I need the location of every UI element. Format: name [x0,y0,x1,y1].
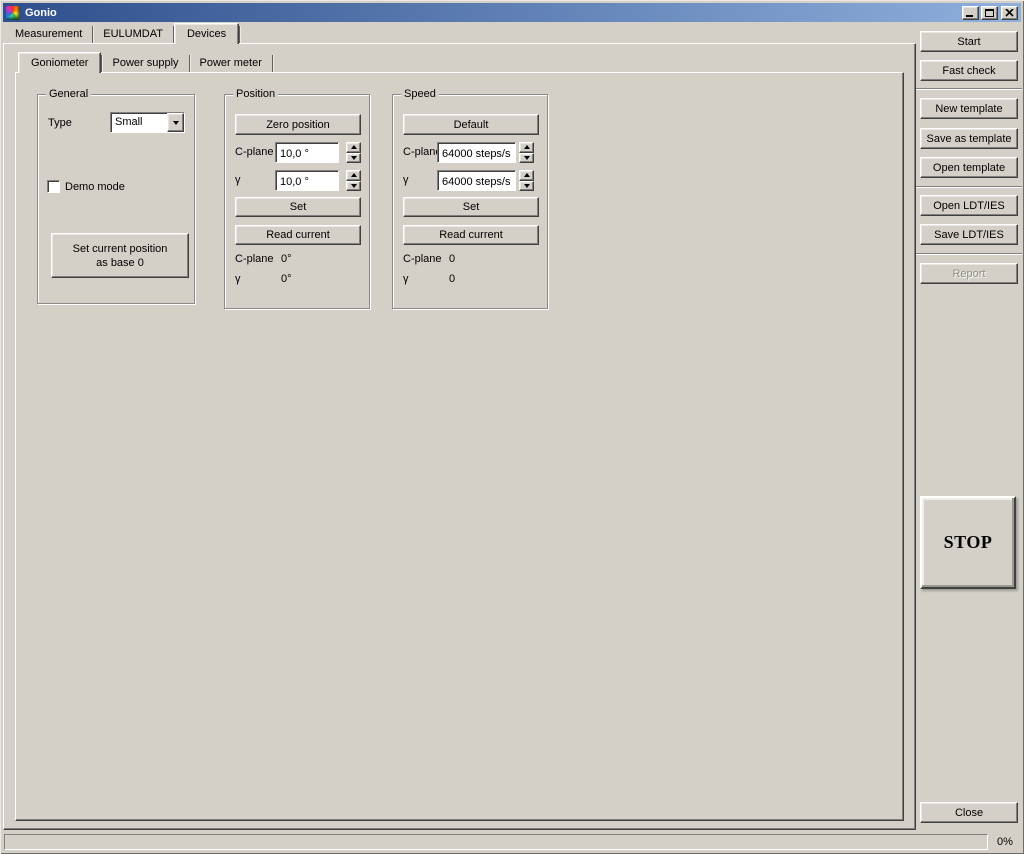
type-combobox-value: Small [111,113,167,132]
spin-up-button[interactable] [519,142,534,153]
device-tabstrip: Goniometer Power supply Power meter [18,52,273,72]
tab-divider [239,26,240,43]
current-gamma-label: γ [235,273,241,285]
current-cplane-label: C-plane [403,253,442,265]
position-legend: Position [233,88,278,101]
tab-power-supply[interactable]: Power supply [102,55,188,72]
new-template-button[interactable]: New template [920,98,1018,119]
down-arrow-icon [524,184,530,188]
up-arrow-icon [524,145,530,149]
main-tabstrip: Measurement EULUMDAT Devices [5,23,240,43]
set-base-button[interactable]: Set current position as base 0 [51,233,189,278]
speed-legend: Speed [401,88,439,101]
general-legend: General [46,88,91,101]
close-icon [1005,9,1014,17]
default-speed-button[interactable]: Default [403,114,539,135]
spin-down-button[interactable] [519,181,534,192]
type-label: Type [48,117,72,129]
current-cplane-value: 0 [449,253,455,265]
speed-cplane-spinner [519,142,534,163]
open-ldt-ies-button[interactable]: Open LDT/IES [920,195,1018,216]
maximize-button[interactable] [981,6,998,20]
progress-bar [4,834,988,850]
position-gamma-label: γ [235,174,241,186]
save-as-template-button[interactable]: Save as template [920,128,1018,149]
spin-up-button[interactable] [519,170,534,181]
up-arrow-icon [351,145,357,149]
position-gamma-input[interactable] [275,170,339,191]
position-current-cplane-row: C-plane 0° [235,253,361,265]
minimize-icon [966,15,973,17]
tab-devices[interactable]: Devices [174,23,239,44]
speed-groupbox: Speed Default C-plane γ Set Read current… [392,94,548,309]
speed-current-gamma-row: γ 0 [403,273,539,285]
speed-gamma-input[interactable] [437,170,516,191]
zero-position-button[interactable]: Zero position [235,114,361,135]
demo-mode-checkbox[interactable] [47,180,60,193]
general-groupbox: General Type Small Demo mode Set current… [37,94,195,304]
position-read-current-button[interactable]: Read current [235,225,361,245]
current-cplane-value: 0° [281,253,292,265]
spin-up-button[interactable] [346,170,361,181]
window-title: Gonio [25,7,960,19]
tab-power-meter[interactable]: Power meter [190,55,272,72]
down-arrow-icon [524,156,530,160]
fast-check-button[interactable]: Fast check [920,60,1018,81]
demo-mode-label: Demo mode [65,181,125,193]
spin-down-button[interactable] [519,153,534,164]
spin-down-button[interactable] [346,153,361,164]
progress-percent-label: 0% [990,836,1020,848]
stop-button[interactable]: STOP [920,496,1016,589]
tab-divider [272,55,273,72]
speed-gamma-spinner [519,170,534,191]
position-gamma-spinner [346,170,361,191]
titlebar: Gonio [3,3,1021,22]
set-base-button-line1: Set current position [73,242,168,256]
down-arrow-icon [351,156,357,160]
current-cplane-label: C-plane [235,253,274,265]
up-arrow-icon [524,173,530,177]
speed-read-current-button[interactable]: Read current [403,225,539,245]
sidebar-separator [912,253,1022,255]
up-arrow-icon [351,173,357,177]
minimize-button[interactable] [962,6,979,20]
tab-measurement[interactable]: Measurement [5,26,92,43]
speed-cplane-input[interactable] [437,142,516,163]
speed-current-cplane-row: C-plane 0 [403,253,539,265]
down-arrow-icon [351,184,357,188]
position-current-gamma-row: γ 0° [235,273,361,285]
speed-cplane-label: C-plane [403,146,442,158]
position-set-button[interactable]: Set [235,197,361,217]
gonio-window: { "colors": { "window_face": "#d4d0c8", … [0,0,1024,854]
position-groupbox: Position Zero position C-plane γ Set Rea… [224,94,370,309]
goniometer-tab-panel: General Type Small Demo mode Set current… [15,72,904,821]
spin-up-button[interactable] [346,142,361,153]
sidebar-separator [912,186,1022,188]
current-gamma-value: 0° [281,273,292,285]
speed-gamma-label: γ [403,174,409,186]
devices-tab-panel: Goniometer Power supply Power meter Gene… [3,43,916,830]
start-button[interactable]: Start [920,31,1018,52]
combo-dropdown-button[interactable] [167,113,184,132]
maximize-icon [985,9,994,17]
position-cplane-input[interactable] [275,142,339,163]
type-combobox[interactable]: Small [110,112,185,133]
app-icon [6,6,20,20]
open-template-button[interactable]: Open template [920,157,1018,178]
set-base-button-line2: as base 0 [96,256,144,270]
report-button[interactable]: Report [920,263,1018,284]
close-window-button[interactable] [1001,6,1018,20]
tab-eulumdat[interactable]: EULUMDAT [93,26,173,43]
position-cplane-spinner [346,142,361,163]
chevron-down-icon [173,121,179,125]
tab-goniometer[interactable]: Goniometer [18,52,101,73]
speed-set-button[interactable]: Set [403,197,539,217]
current-gamma-value: 0 [449,273,455,285]
current-gamma-label: γ [403,273,409,285]
sidebar-separator [912,88,1022,90]
spin-down-button[interactable] [346,181,361,192]
position-cplane-label: C-plane [235,146,274,158]
close-button[interactable]: Close [920,802,1018,823]
save-ldt-ies-button[interactable]: Save LDT/IES [920,224,1018,245]
